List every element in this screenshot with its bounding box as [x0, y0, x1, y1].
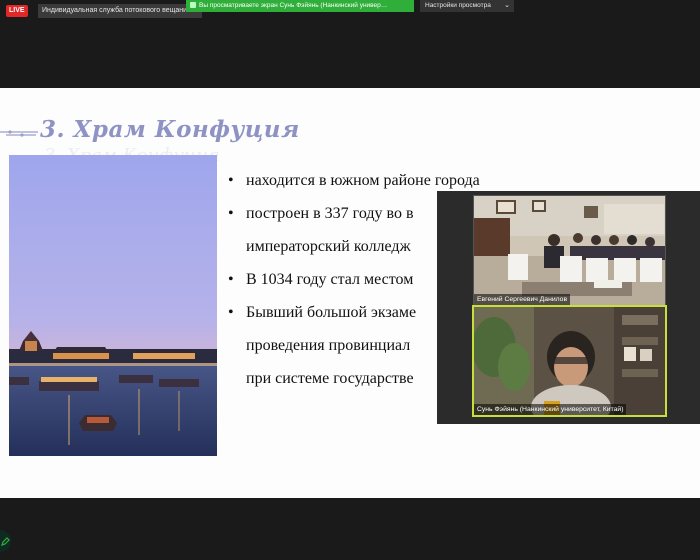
pencil-icon — [1, 537, 10, 546]
confucius-temple-photo — [9, 155, 217, 456]
screen-share-banner: Вы просматриваете экран Сунь Фэйянь (Нан… — [186, 0, 414, 12]
screen-share-text: Вы просматриваете экран Сунь Фэйянь (Нан… — [199, 2, 388, 9]
bullet-text: построен в 337 году во в — [246, 205, 414, 222]
bullet-marker: • — [228, 271, 234, 288]
active-speaker-video-tile[interactable]: Сунь Фэйянь (Нанкинский университет, Кит… — [472, 305, 667, 417]
bullet-text: при системе государстве — [246, 370, 414, 387]
streaming-service-label[interactable]: Индивидуальная служба потокового вещани — [38, 4, 202, 18]
decorative-lines-icon — [0, 130, 38, 137]
bottom-toolbar — [0, 498, 700, 560]
view-settings-label: Настройки просмотра — [425, 2, 491, 9]
view-settings-button[interactable]: Настройки просмотра ⌄ — [420, 0, 514, 12]
conference-room-video — [474, 196, 665, 305]
slide-title: 3. Храм Конфуция — [40, 116, 300, 143]
bullet-marker: • — [228, 304, 234, 321]
bullet-text: находится в южном районе города — [246, 172, 480, 189]
participant-name-label: Сунь Фэйянь (Нанкинский университет, Кит… — [474, 404, 627, 415]
participant-video-tile[interactable]: Евгений Сергеевич Данилов — [473, 195, 666, 306]
bullet-text: императорский колледж — [246, 238, 411, 255]
bullet-text: В 1034 году стал местом — [246, 271, 414, 288]
bullet-text: проведения провинциал — [246, 337, 411, 354]
speaker-video — [474, 307, 665, 415]
bullet-marker: • — [228, 205, 234, 222]
bullet-marker: • — [228, 172, 234, 189]
live-badge: LIVE — [6, 5, 28, 17]
bullet-text: Бывший большой экзаме — [246, 304, 417, 321]
chevron-down-icon: ⌄ — [504, 2, 510, 9]
participant-name-label: Евгений Сергеевич Данилов — [474, 294, 571, 305]
screen-share-icon — [190, 2, 196, 8]
